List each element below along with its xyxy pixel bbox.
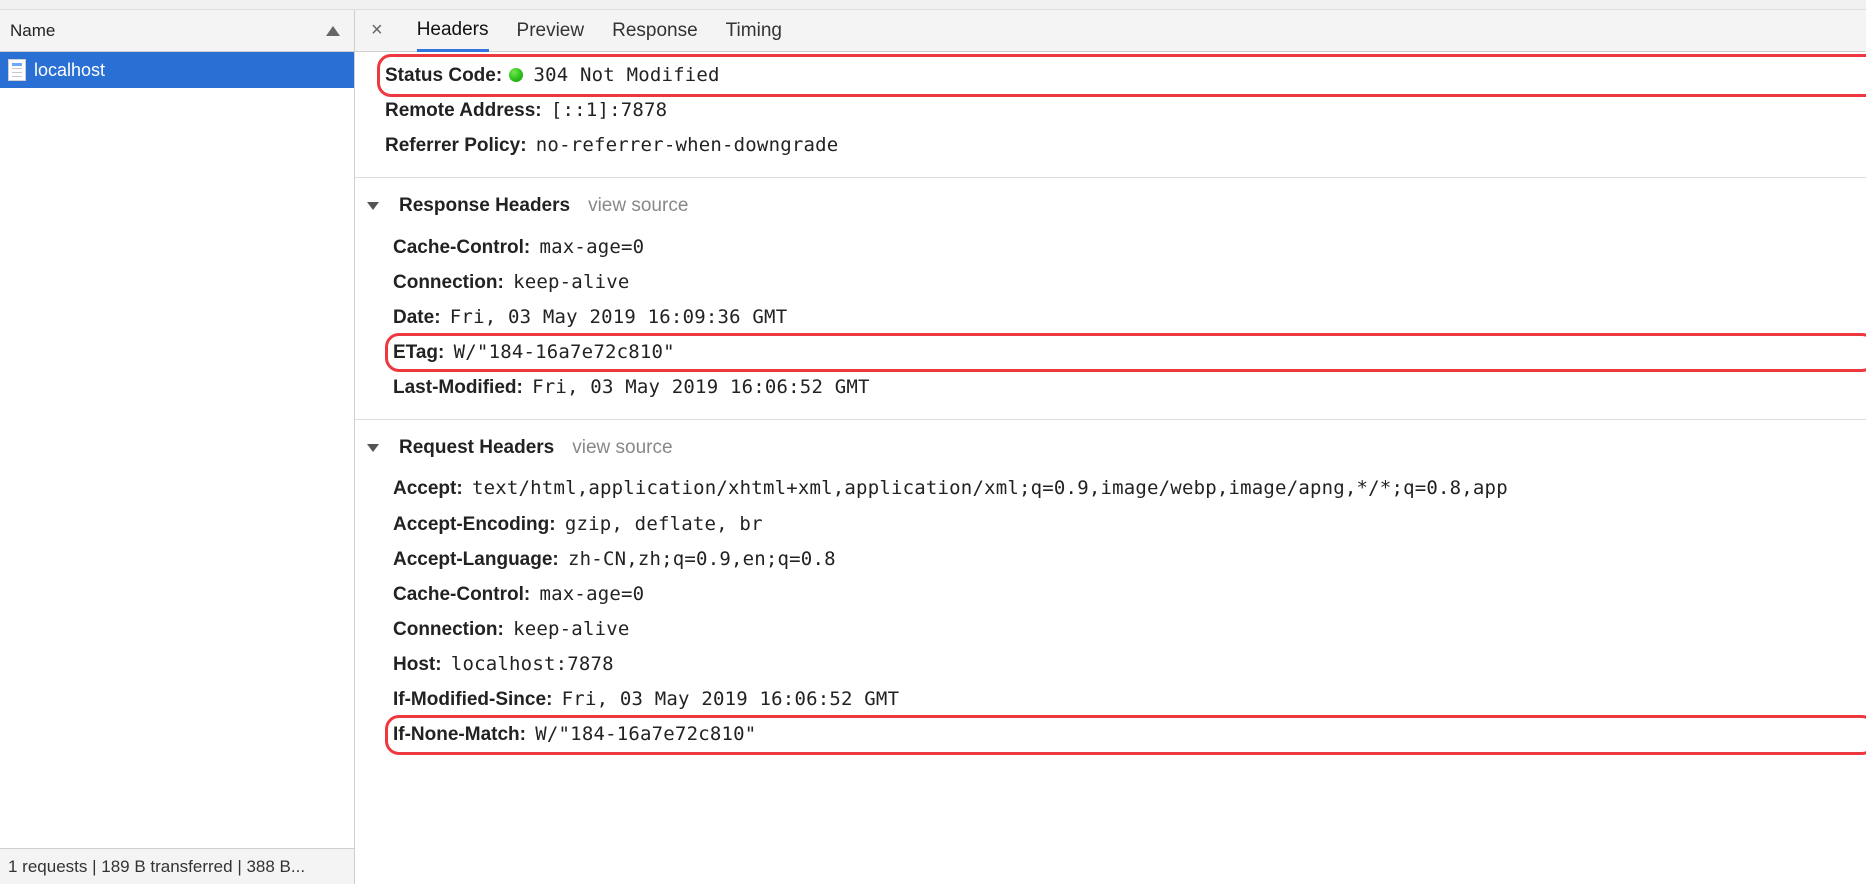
row-if-modified-since: If-Modified-Since Fri, 03 May 2019 16:06… — [393, 682, 1856, 717]
value: W/"184-16a7e72c810" — [450, 341, 675, 363]
label: Cache-Control — [393, 584, 530, 605]
request-sidebar: Name localhost 1 requests | 189 B transf… — [0, 10, 355, 884]
value-remote-address: [::1]:7878 — [547, 99, 667, 121]
label: Cache-Control — [393, 237, 530, 258]
row-status-code: Status Code 304 Not Modified — [385, 58, 1856, 93]
tab-response[interactable]: Response — [612, 12, 698, 50]
row-remote-address: Remote Address [::1]:7878 — [385, 93, 1856, 128]
label: Accept-Language — [393, 549, 559, 570]
response-headers-list: Cache-Control max-age=0 Connection keep-… — [365, 230, 1856, 406]
row-accept-encoding: Accept-Encoding gzip, deflate, br — [393, 507, 1856, 542]
section-response-headers: Response Headers view source Cache-Contr… — [355, 177, 1866, 419]
label: Host — [393, 654, 442, 675]
row-host: Host localhost:7878 — [393, 647, 1856, 682]
value: text/html,application/xhtml+xml,applicat… — [468, 477, 1508, 499]
row-if-none-match: If-None-Match W/"184-16a7e72c810" — [393, 717, 1856, 752]
tab-headers[interactable]: Headers — [417, 11, 489, 52]
view-source-response[interactable]: view source — [588, 188, 688, 223]
value: zh-CN,zh;q=0.9,en;q=0.8 — [564, 548, 836, 570]
row-referrer-policy: Referrer Policy no-referrer-when-downgra… — [385, 128, 1856, 163]
request-name: localhost — [34, 60, 105, 81]
value: localhost:7878 — [447, 653, 614, 675]
value: Fri, 03 May 2019 16:06:52 GMT — [558, 688, 900, 710]
label: Accept — [393, 478, 463, 499]
request-headers-list: Accept text/html,application/xhtml+xml,a… — [365, 471, 1856, 752]
request-list: localhost — [0, 52, 354, 848]
row-req-cache-control: Cache-Control max-age=0 — [393, 577, 1856, 612]
value: Fri, 03 May 2019 16:06:52 GMT — [528, 376, 870, 398]
value-status-code: 304 Not Modified — [529, 64, 719, 86]
label: If-None-Match — [393, 724, 526, 745]
devtools-network-panel: Name localhost 1 requests | 189 B transf… — [0, 10, 1866, 884]
row-req-connection: Connection keep-alive — [393, 612, 1856, 647]
window-top-strip — [0, 0, 1866, 10]
close-icon[interactable]: × — [365, 19, 389, 42]
view-source-request[interactable]: view source — [572, 430, 672, 465]
tab-preview[interactable]: Preview — [517, 12, 585, 50]
detail-tabs: × Headers Preview Response Timing — [355, 10, 1866, 52]
network-status-bar: 1 requests | 189 B transferred | 388 B..… — [0, 848, 354, 884]
label: Connection — [393, 272, 504, 293]
label: Last-Modified — [393, 377, 523, 398]
row-etag: ETag W/"184-16a7e72c810" — [393, 335, 1856, 370]
row-accept-language: Accept-Language zh-CN,zh;q=0.9,en;q=0.8 — [393, 542, 1856, 577]
section-title-response[interactable]: Response Headers view source — [365, 188, 1856, 223]
section-request-headers: Request Headers view source Accept text/… — [355, 419, 1866, 766]
row-last-modified: Last-Modified Fri, 03 May 2019 16:06:52 … — [393, 370, 1856, 405]
value: W/"184-16a7e72c810" — [531, 723, 756, 745]
value: max-age=0 — [536, 236, 645, 258]
row-date: Date Fri, 03 May 2019 16:09:36 GMT — [393, 300, 1856, 335]
row-accept: Accept text/html,application/xhtml+xml,a… — [393, 471, 1856, 506]
section-title-request[interactable]: Request Headers view source — [365, 430, 1856, 465]
request-details-pane: × Headers Preview Response Timing Status… — [355, 10, 1866, 884]
sidebar-column-header[interactable]: Name — [0, 10, 354, 52]
label: Accept-Encoding — [393, 514, 556, 535]
section-general: Status Code 304 Not Modified Remote Addr… — [355, 52, 1866, 177]
status-text: 1 requests | 189 B transferred | 388 B..… — [8, 857, 305, 876]
label: If-Modified-Since — [393, 689, 552, 710]
value: gzip, deflate, br — [561, 513, 763, 535]
chevron-down-icon — [367, 202, 379, 210]
sort-ascending-icon — [326, 26, 340, 36]
request-headers-label: Request Headers — [399, 430, 554, 465]
label-status-code: Status Code — [385, 65, 502, 86]
response-headers-label: Response Headers — [399, 188, 570, 223]
status-ok-icon — [509, 68, 523, 82]
row-connection: Connection keep-alive — [393, 265, 1856, 300]
row-cache-control: Cache-Control max-age=0 — [393, 230, 1856, 265]
label-referrer-policy: Referrer Policy — [385, 135, 527, 156]
label: Connection — [393, 619, 504, 640]
value: max-age=0 — [536, 583, 645, 605]
document-icon — [8, 59, 26, 81]
headers-content: Status Code 304 Not Modified Remote Addr… — [355, 52, 1866, 884]
request-row[interactable]: localhost — [0, 52, 354, 88]
label: ETag — [393, 342, 444, 363]
tab-timing[interactable]: Timing — [726, 12, 782, 50]
value: Fri, 03 May 2019 16:09:36 GMT — [446, 306, 788, 328]
value: keep-alive — [509, 271, 629, 293]
value-referrer-policy: no-referrer-when-downgrade — [532, 134, 839, 156]
label: Date — [393, 307, 441, 328]
chevron-down-icon — [367, 444, 379, 452]
column-name-label: Name — [10, 21, 55, 41]
label-remote-address: Remote Address — [385, 100, 542, 121]
value: keep-alive — [509, 618, 629, 640]
